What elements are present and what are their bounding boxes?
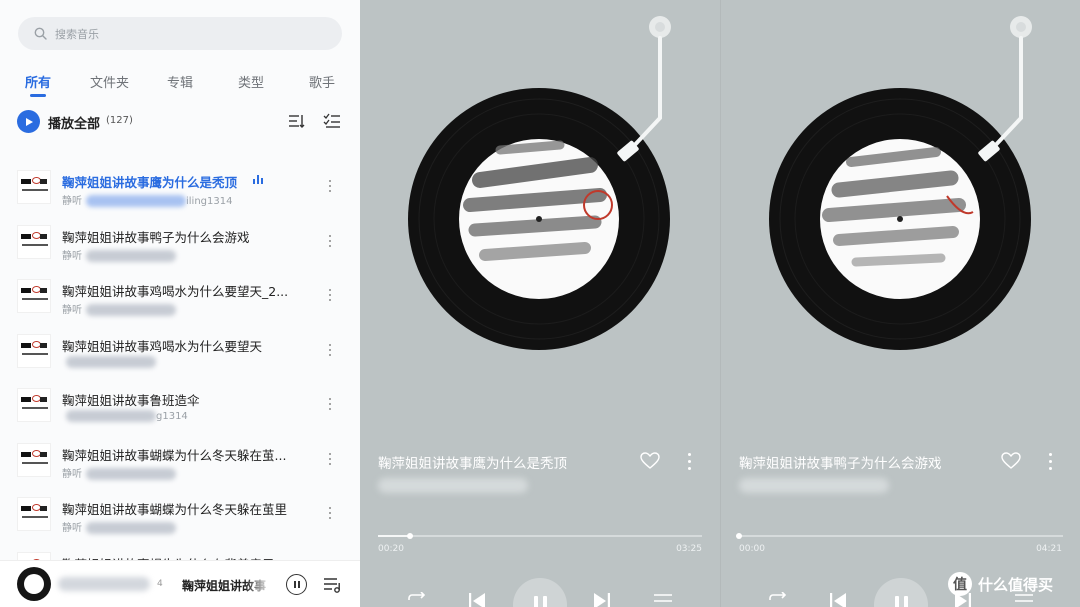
tab-all[interactable]: 所有 bbox=[25, 72, 51, 91]
repeat-icon[interactable] bbox=[767, 592, 789, 607]
song-artist: g1314 bbox=[62, 410, 188, 422]
song-cover bbox=[17, 388, 51, 422]
song-title: 鞠萍姐姐讲故事鲁班造伞 bbox=[62, 393, 200, 408]
progress-knob[interactable] bbox=[736, 533, 742, 539]
pause-button[interactable] bbox=[513, 578, 567, 607]
progress-bar[interactable] bbox=[736, 533, 1063, 539]
tab-artist[interactable]: 歌手 bbox=[309, 72, 335, 91]
mini-player-artist-blurred bbox=[58, 577, 150, 591]
more-options-icon[interactable] bbox=[1049, 453, 1053, 471]
song-cover bbox=[17, 442, 51, 477]
next-icon[interactable] bbox=[593, 592, 611, 607]
tab-album[interactable]: 专辑 bbox=[167, 72, 193, 91]
now-playing-artist-blurred bbox=[739, 478, 889, 493]
more-options-icon[interactable] bbox=[328, 452, 332, 467]
song-artist: 静听 bbox=[62, 465, 176, 480]
song-title: 鞠萍姐姐讲故事蝴蝶为什么冬天躲在茧里 bbox=[62, 502, 288, 517]
play-icon bbox=[25, 117, 33, 126]
more-options-icon[interactable] bbox=[328, 234, 332, 249]
current-time: 00:00 bbox=[739, 544, 765, 554]
list-item[interactable]: 鞠萍姐姐讲故事鲁班造伞 g1314 bbox=[0, 388, 360, 438]
multi-select-icon[interactable] bbox=[323, 112, 341, 130]
category-tabs: 所有 文件夹 专辑 类型 歌手 bbox=[0, 72, 360, 96]
song-count: (127) bbox=[106, 115, 133, 126]
song-artist: 静听 bbox=[62, 301, 176, 316]
mini-player-cover[interactable] bbox=[17, 567, 51, 601]
song-cover bbox=[17, 224, 51, 259]
play-all-button[interactable] bbox=[17, 110, 40, 133]
progress-bar[interactable] bbox=[378, 533, 702, 539]
song-artist bbox=[62, 355, 156, 368]
more-options-icon[interactable] bbox=[688, 453, 692, 471]
song-list-panel: 搜索音乐 所有 文件夹 专辑 类型 歌手 播放全部 (127) 鞠萍姐姐讲故事鹰… bbox=[0, 0, 360, 607]
tab-folder[interactable]: 文件夹 bbox=[90, 72, 129, 91]
vinyl-record bbox=[408, 16, 671, 350]
total-time: 04:21 bbox=[1036, 544, 1062, 554]
previous-icon[interactable] bbox=[829, 592, 847, 607]
now-playing-screen-2: 鞠萍姐姐讲故事鸭子为什么会游戏 00:00 04:21 bbox=[720, 0, 1080, 607]
list-item[interactable]: 鞠萍姐姐讲故事鹰为什么是秃顶 静听 iling1314 bbox=[0, 170, 360, 220]
now-playing-screen-1: 鞠萍姐姐讲故事鹰为什么是秃顶 00:20 03:25 bbox=[360, 0, 720, 607]
now-playing-artist-blurred bbox=[378, 478, 528, 493]
song-title: 鞠萍姐姐讲故事鸭子为什么会游戏 bbox=[62, 229, 250, 245]
playing-indicator-icon bbox=[253, 175, 263, 184]
song-title: 鞠萍姐姐讲故事鸡喝水为什么要望天 bbox=[62, 338, 263, 354]
song-title: 鞠萍姐姐讲故事鸡喝水为什么要望天_2... bbox=[62, 284, 289, 299]
playlist-icon[interactable] bbox=[323, 576, 341, 594]
song-title: 鞠萍姐姐讲故事鹰为什么是秃顶 bbox=[62, 175, 238, 190]
more-options-icon[interactable] bbox=[328, 180, 332, 194]
list-item[interactable]: 鞠萍姐姐讲故事蝴蝶为什么冬天躲在茧里 静听 bbox=[0, 497, 360, 547]
song-cover bbox=[17, 170, 51, 204]
mini-pause-button[interactable] bbox=[286, 574, 307, 595]
watermark: 值 什么值得买 bbox=[948, 571, 1053, 597]
current-time: 00:20 bbox=[378, 544, 404, 554]
sort-icon[interactable] bbox=[287, 112, 305, 130]
more-options-icon[interactable] bbox=[328, 507, 332, 521]
list-item[interactable]: 鞠萍姐姐讲故事蝴蝶为什么冬天躲在茧... 静听 bbox=[0, 442, 360, 493]
mini-player-index: 4 bbox=[157, 579, 163, 589]
list-item[interactable]: 鞠萍姐姐讲故事鸭子为什么会游戏 静听 bbox=[0, 224, 360, 275]
watermark-logo: 值 bbox=[948, 572, 972, 596]
song-artist: 静听 bbox=[62, 519, 176, 534]
song-artist: 静听 iling1314 bbox=[62, 195, 233, 207]
search-placeholder: 搜索音乐 bbox=[55, 27, 99, 41]
play-all-row[interactable]: 播放全部 (127) bbox=[17, 110, 347, 134]
queue-icon[interactable] bbox=[653, 592, 673, 607]
progress-knob[interactable] bbox=[407, 533, 413, 539]
song-cover bbox=[17, 497, 51, 531]
tab-genre[interactable]: 类型 bbox=[238, 72, 264, 91]
favorite-heart-icon[interactable] bbox=[640, 452, 660, 470]
song-artist: 静听 bbox=[62, 247, 176, 262]
pause-button[interactable] bbox=[874, 578, 928, 607]
song-title: 鞠萍姐姐讲故事蝴蝶为什么冬天躲在茧... bbox=[62, 447, 287, 463]
repeat-icon[interactable] bbox=[406, 592, 428, 607]
favorite-heart-icon[interactable] bbox=[1001, 452, 1021, 470]
list-item[interactable]: 鞠萍姐姐讲故事鸡喝水为什么要望天_2... 静听 bbox=[0, 279, 360, 329]
list-item[interactable]: 鞠萍姐姐讲故事鸡喝水为什么要望天 bbox=[0, 333, 360, 384]
song-cover bbox=[17, 333, 51, 368]
previous-icon[interactable] bbox=[468, 592, 486, 607]
playback-controls bbox=[360, 578, 720, 607]
more-options-icon[interactable] bbox=[328, 398, 332, 412]
now-playing-title: 鞠萍姐姐讲故事鹰为什么是秃顶 bbox=[378, 456, 567, 472]
total-time: 03:25 bbox=[676, 544, 702, 554]
watermark-text: 什么值得买 bbox=[978, 575, 1054, 594]
active-tab-indicator bbox=[30, 94, 46, 97]
search-icon bbox=[34, 27, 47, 40]
more-options-icon[interactable] bbox=[328, 289, 332, 303]
song-cover bbox=[17, 279, 51, 313]
now-playing-title: 鞠萍姐姐讲故事鸭子为什么会游戏 bbox=[739, 456, 942, 472]
play-all-label: 播放全部 bbox=[48, 117, 101, 132]
mini-player-title: 鞠萍姐姐讲故事 bbox=[182, 579, 267, 593]
search-input[interactable]: 搜索音乐 bbox=[18, 17, 342, 50]
vinyl-record bbox=[769, 16, 1032, 350]
more-options-icon[interactable] bbox=[328, 343, 332, 358]
mini-player[interactable]: 4 鞠萍姐姐讲故事 bbox=[0, 560, 360, 607]
